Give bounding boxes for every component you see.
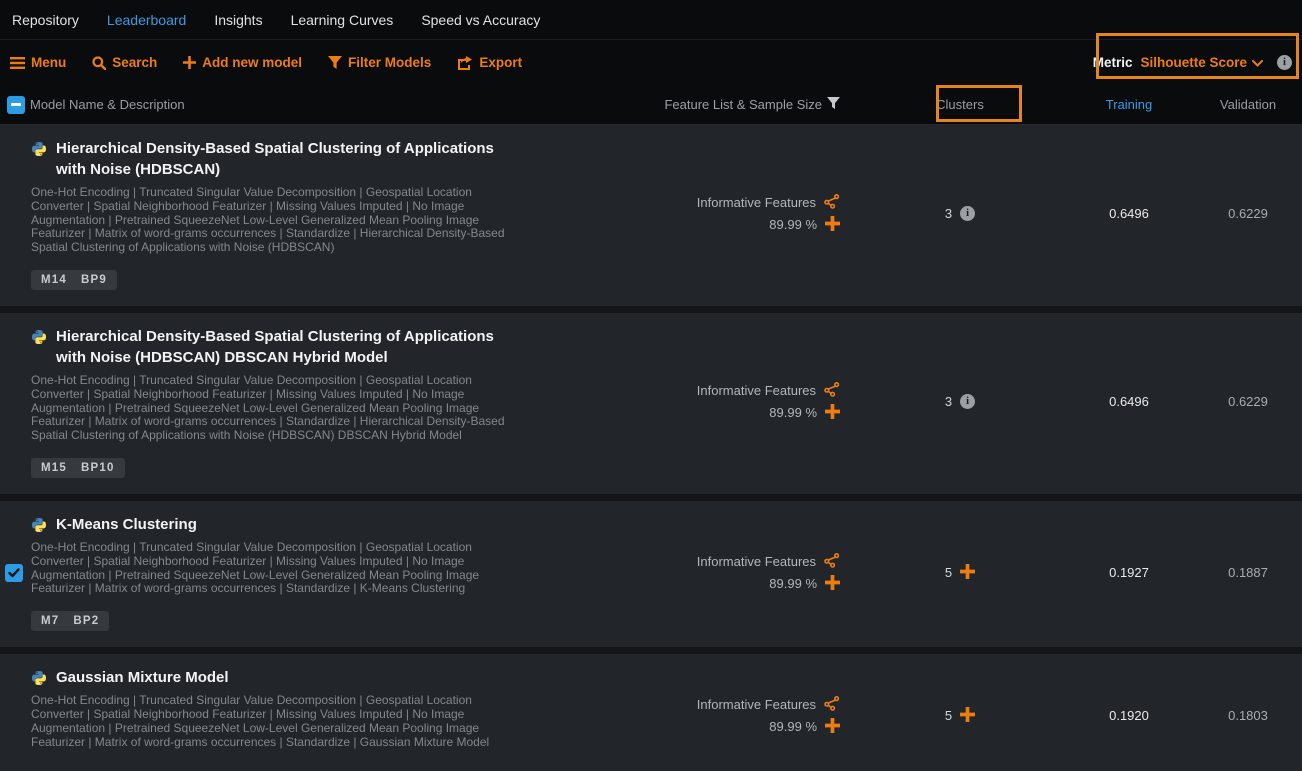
- model-description: One-Hot Encoding | Truncated Singular Va…: [31, 694, 505, 749]
- table-header: Model Name & Description Feature List & …: [0, 85, 1302, 125]
- model-list: Hierarchical Density-Based Spatial Clust…: [0, 125, 1302, 771]
- model-number-badge: M15: [41, 462, 67, 474]
- chevron-down-icon: [1252, 55, 1263, 70]
- plus-icon: [183, 56, 196, 69]
- model-number-badge: M7: [41, 615, 59, 627]
- column-header-features-label: Feature List & Sample Size: [664, 97, 822, 112]
- tab-insights[interactable]: Insights: [214, 12, 262, 28]
- feature-lineage-icon[interactable]: [824, 553, 840, 571]
- training-score: 0.6496: [1064, 394, 1194, 409]
- blueprint-number-badge: BP10: [81, 462, 115, 474]
- model-number-badge: M14: [41, 274, 67, 286]
- indeterminate-minus-icon: [11, 103, 21, 106]
- feature-lineage-icon[interactable]: [824, 194, 840, 212]
- search-button[interactable]: Search: [92, 55, 157, 70]
- clusters-value: 5: [945, 708, 952, 723]
- clusters-info-icon[interactable]: i: [960, 206, 975, 221]
- clusters-value: 5: [945, 565, 952, 580]
- metric-dropdown[interactable]: Silhouette Score: [1140, 55, 1263, 70]
- model-description: One-Hot Encoding | Truncated Singular Va…: [31, 186, 505, 255]
- model-title[interactable]: Hierarchical Density-Based Spatial Clust…: [56, 138, 508, 180]
- export-button[interactable]: Export: [457, 55, 522, 70]
- search-icon: [92, 56, 106, 70]
- clusters-value: 3: [945, 206, 952, 221]
- badge-chip: M14 BP9: [31, 270, 117, 290]
- feature-lineage-icon[interactable]: [824, 696, 840, 714]
- tab-bar: Repository Leaderboard Insights Learning…: [0, 0, 1302, 40]
- badge-chip: M7 BP2: [31, 611, 109, 631]
- add-sample-plus-icon[interactable]: [825, 718, 840, 736]
- export-label: Export: [479, 55, 522, 70]
- add-sample-plus-icon[interactable]: [825, 404, 840, 422]
- column-header-clusters[interactable]: Clusters: [856, 97, 1064, 112]
- metric-selector: Metric Silhouette Score: [1093, 55, 1263, 70]
- python-logo-icon: [31, 517, 47, 533]
- filter-models-label: Filter Models: [348, 55, 431, 70]
- metric-label: Metric: [1093, 55, 1133, 70]
- add-new-model-button[interactable]: Add new model: [183, 55, 302, 70]
- python-logo-icon: [31, 329, 47, 345]
- column-header-features[interactable]: Feature List & Sample Size: [564, 97, 856, 112]
- feature-list-label[interactable]: Informative Features: [697, 195, 816, 210]
- search-label: Search: [112, 55, 157, 70]
- validation-score: 0.6229: [1194, 394, 1302, 409]
- filter-models-button[interactable]: Filter Models: [328, 55, 431, 70]
- validation-score: 0.6229: [1194, 206, 1302, 221]
- badge-chip: M15 BP10: [31, 458, 125, 478]
- tab-leaderboard[interactable]: Leaderboard: [107, 12, 186, 28]
- feature-lineage-icon[interactable]: [824, 382, 840, 400]
- sample-size-value[interactable]: 89.99 %: [769, 576, 817, 591]
- tab-speed-vs-accuracy[interactable]: Speed vs Accuracy: [421, 12, 540, 28]
- clusters-add-icon[interactable]: [960, 707, 975, 725]
- sample-size-value[interactable]: 89.99 %: [769, 719, 817, 734]
- model-title[interactable]: Gaussian Mixture Model: [56, 667, 229, 688]
- column-header-training[interactable]: Training: [1064, 97, 1194, 112]
- metric-dropdown-value: Silhouette Score: [1140, 55, 1247, 70]
- blueprint-number-badge: BP9: [81, 274, 107, 286]
- row-checkbox[interactable]: [5, 564, 23, 582]
- export-share-icon: [457, 56, 473, 70]
- column-header-validation[interactable]: Validation: [1194, 97, 1302, 112]
- tab-learning-curves[interactable]: Learning Curves: [291, 12, 394, 28]
- table-row: K-Means Clustering One-Hot Encoding | Tr…: [0, 501, 1302, 647]
- menu-label: Menu: [31, 55, 66, 70]
- select-all-checkbox[interactable]: [7, 96, 25, 114]
- python-logo-icon: [31, 141, 47, 157]
- leaderboard-toolbar: Menu Search Add new model Filter Models …: [0, 40, 1302, 85]
- clusters-value: 3: [945, 394, 952, 409]
- feature-list-label[interactable]: Informative Features: [697, 383, 816, 398]
- clusters-add-icon[interactable]: [960, 564, 975, 582]
- column-header-name[interactable]: Model Name & Description: [28, 97, 564, 112]
- table-row: Gaussian Mixture Model One-Hot Encoding …: [0, 654, 1302, 771]
- sample-size-value[interactable]: 89.99 %: [769, 217, 817, 232]
- training-score: 0.1927: [1064, 565, 1194, 580]
- metric-info-icon[interactable]: i: [1277, 55, 1292, 70]
- blueprint-number-badge: BP2: [73, 615, 99, 627]
- menu-button[interactable]: Menu: [10, 55, 66, 70]
- hamburger-menu-icon: [10, 57, 25, 69]
- model-description: One-Hot Encoding | Truncated Singular Va…: [31, 541, 505, 596]
- validation-score: 0.1887: [1194, 565, 1302, 580]
- checkmark-icon: [8, 568, 20, 578]
- add-sample-plus-icon[interactable]: [825, 216, 840, 234]
- training-score: 0.6496: [1064, 206, 1194, 221]
- sample-size-value[interactable]: 89.99 %: [769, 405, 817, 420]
- python-logo-icon: [31, 670, 47, 686]
- tab-repository[interactable]: Repository: [12, 12, 79, 28]
- validation-score: 0.1803: [1194, 708, 1302, 723]
- training-score: 0.1920: [1064, 708, 1194, 723]
- funnel-filter-icon: [328, 56, 342, 69]
- funnel-filter-icon[interactable]: [827, 97, 840, 112]
- table-row: Hierarchical Density-Based Spatial Clust…: [0, 125, 1302, 306]
- clusters-info-icon[interactable]: i: [960, 394, 975, 409]
- model-title[interactable]: Hierarchical Density-Based Spatial Clust…: [56, 326, 508, 368]
- feature-list-label[interactable]: Informative Features: [697, 697, 816, 712]
- table-row: Hierarchical Density-Based Spatial Clust…: [0, 313, 1302, 494]
- add-new-model-label: Add new model: [202, 55, 302, 70]
- feature-list-label[interactable]: Informative Features: [697, 554, 816, 569]
- add-sample-plus-icon[interactable]: [825, 575, 840, 593]
- model-title[interactable]: K-Means Clustering: [56, 514, 197, 535]
- model-description: One-Hot Encoding | Truncated Singular Va…: [31, 374, 505, 443]
